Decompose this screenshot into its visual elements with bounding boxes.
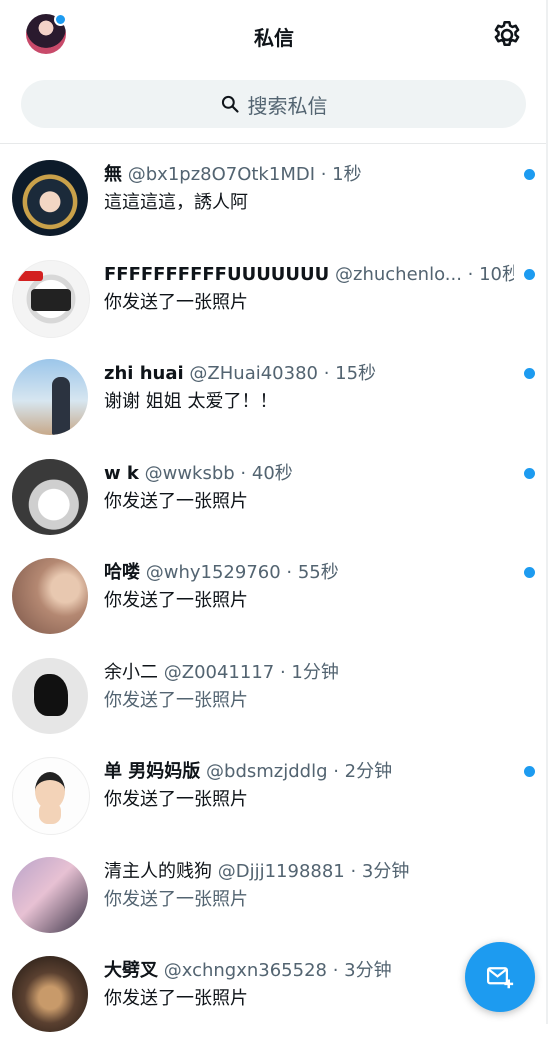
- avatar: [12, 359, 88, 435]
- new-message-icon: [487, 967, 514, 989]
- avatar: [12, 956, 88, 1032]
- message-preview: 你发送了一张照片: [104, 888, 248, 910]
- sender-name: 清主人的贱狗: [104, 860, 212, 882]
- sender-meta: @bx1pz8O7Otk1MDI · 1秒: [127, 164, 362, 185]
- message-preview: 你发送了一张照片: [104, 291, 248, 313]
- sender-name: 单 男妈妈版: [104, 761, 201, 782]
- sender-name: w k: [104, 462, 139, 484]
- unread-dot: [524, 766, 535, 777]
- message-preview: 你发送了一张照片: [104, 988, 248, 1009]
- sender-meta: @Djjj1198881 · 3分钟: [217, 860, 410, 882]
- conversation-row[interactable]: w k @wwksbb · 40秒 你发送了一张照片: [0, 443, 548, 543]
- unread-dot: [524, 268, 535, 280]
- unread-dot: [524, 467, 535, 479]
- message-preview: 你发送了一张照片: [104, 590, 248, 611]
- conversation-row[interactable]: zhi huai @ZHuai40380 · 15秒 谢谢 姐姐 太爱了！！: [0, 343, 548, 443]
- message-preview: 這這這這，誘人阿: [104, 192, 248, 213]
- sender-meta: @zhuchenlo... · 10秒: [335, 263, 514, 285]
- avatar: [12, 657, 88, 734]
- conversation-row[interactable]: 哈喽 @why1529760 · 55秒 你发送了一张照片: [0, 542, 548, 642]
- avatar: [12, 160, 88, 236]
- sender-meta: @Z0041117 · 1分钟: [163, 661, 339, 683]
- conversation-row[interactable]: 清主人的贱狗 @Djjj1198881 · 3分钟 你发送了一张照片: [0, 841, 548, 941]
- top-bar: 私信: [0, 0, 548, 68]
- sender-meta: @bdsmzjddlg · 2分钟: [206, 761, 393, 782]
- sender-name: 無: [104, 164, 122, 185]
- avatar: [12, 458, 88, 535]
- avatar: [12, 259, 90, 338]
- sender-name: FFFFFFFFFFUUUUUUU: [104, 263, 330, 285]
- conversation-row[interactable]: 大劈叉 @xchngxn365528 · 3分钟 你发送了一张照片: [0, 940, 548, 1040]
- message-preview: 谢谢 姐姐 太爱了！！: [104, 391, 278, 412]
- search-icon: [221, 95, 239, 113]
- gear-icon[interactable]: [490, 18, 524, 52]
- conversation-list: 無 @bx1pz8O7Otk1MDI · 1秒 這這這這，誘人阿 FFFFFFF…: [0, 144, 548, 1040]
- sender-meta: @ZHuai40380 · 15秒: [189, 363, 377, 384]
- sender-meta: @why1529760 · 55秒: [145, 562, 339, 583]
- unread-dot: [524, 567, 535, 578]
- sender-name: 哈喽: [104, 562, 140, 583]
- message-preview: 你发送了一张照片: [104, 490, 248, 512]
- unread-dot: [524, 368, 535, 379]
- search-input[interactable]: 搜索私信: [21, 80, 526, 128]
- sender-meta: @wwksbb · 40秒: [144, 462, 293, 484]
- new-message-button[interactable]: [465, 942, 535, 1012]
- conversation-row[interactable]: FFFFFFFFFFUUUUUUU @zhuchenlo... · 10秒 你发…: [0, 244, 548, 344]
- sender-name: 大劈叉: [104, 960, 158, 981]
- conversation-row[interactable]: 余小二 @Z0041117 · 1分钟 你发送了一张照片: [0, 642, 548, 742]
- sender-meta: @xchngxn365528 · 3分钟: [163, 960, 392, 981]
- unread-dot: [524, 169, 535, 180]
- message-preview: 你发送了一张照片: [104, 689, 248, 711]
- conversation-row[interactable]: 单 男妈妈版 @bdsmzjddlg · 2分钟 你发送了一张照片: [0, 741, 548, 841]
- avatar: [12, 558, 88, 634]
- message-preview: 你发送了一张照片: [104, 789, 248, 810]
- page-title: 私信: [254, 26, 294, 50]
- conversation-row[interactable]: 無 @bx1pz8O7Otk1MDI · 1秒 這這這這，誘人阿: [0, 144, 548, 244]
- search-placeholder: 搜索私信: [247, 93, 328, 118]
- sender-name: zhi huai: [104, 363, 184, 384]
- avatar: [12, 856, 88, 933]
- sender-name: 余小二: [104, 661, 158, 683]
- avatar: [12, 757, 90, 835]
